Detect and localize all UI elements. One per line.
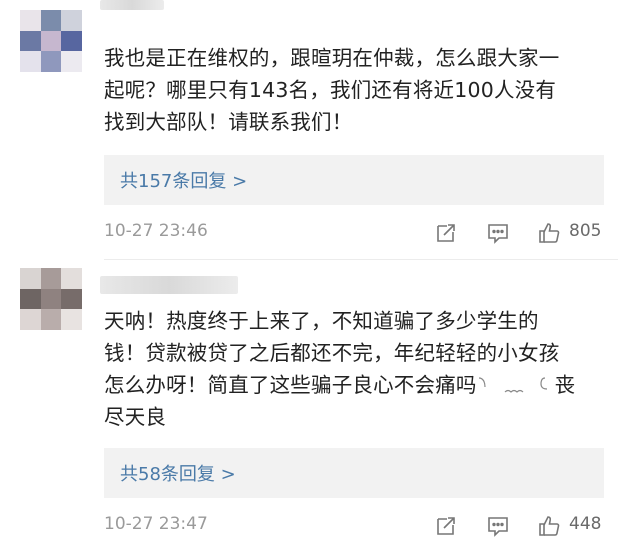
timestamp: 10-27 23:47 [104, 514, 208, 534]
replies-link[interactable]: 共58条回复 > [104, 448, 604, 498]
comment-item: 天呐！热度终于上来了，不知道骗了多少学生的 钱！贷款被贷了之后都还不完，年纪轻轻… [0, 0, 618, 543]
comment-text-line: 尽天良 [104, 405, 167, 429]
sad-face-emoji-icon [477, 376, 555, 396]
comment-text-line: 钱！贷款被贷了之后都还不完，年纪轻轻的小女孩 [104, 341, 560, 365]
comment-meta: 10-27 23:47 448 [104, 514, 604, 538]
username-blurred[interactable] [100, 276, 238, 294]
replies-label: 共58条回复 > [120, 464, 236, 485]
avatar[interactable] [20, 268, 82, 330]
comment-text-line-with-emoji: 怎么办呀！简直了这些骗子良心不会痛吗 丧 [104, 369, 604, 401]
like-count: 448 [569, 514, 602, 534]
edit-share-icon[interactable] [434, 514, 458, 538]
comment-text: 天呐！热度终于上来了，不知道骗了多少学生的 钱！贷款被贷了之后都还不完，年纪轻轻… [104, 305, 604, 433]
emoji-label: 丧 [554, 373, 576, 397]
comment-text-line: 天呐！热度终于上来了，不知道骗了多少学生的 [104, 309, 539, 333]
comment-icon[interactable] [486, 514, 510, 538]
comment-text-segment: 怎么办呀！简直了这些骗子良心不会痛吗 [104, 373, 477, 397]
thumbs-up-icon[interactable] [537, 514, 561, 538]
